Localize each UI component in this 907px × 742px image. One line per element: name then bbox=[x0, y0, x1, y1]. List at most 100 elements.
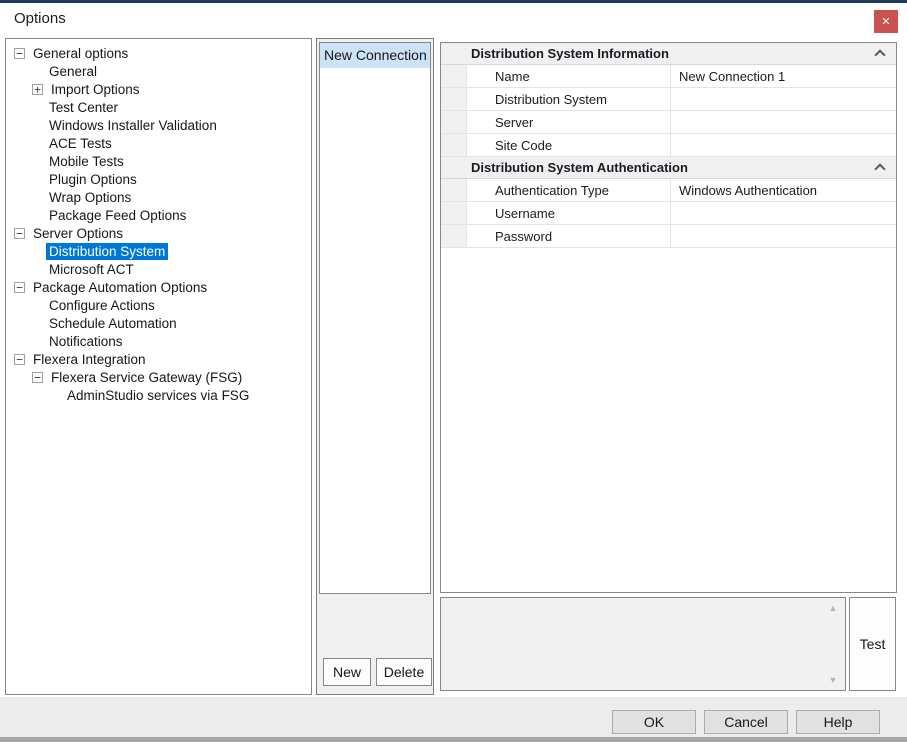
property-label: Site Code bbox=[467, 134, 671, 156]
connection-list-item[interactable]: New Connection 1 bbox=[320, 43, 430, 68]
tree-item-label: ACE Tests bbox=[46, 135, 115, 152]
tree-item-ace-tests[interactable]: ACE Tests bbox=[6, 134, 311, 152]
tree-item-general-options[interactable]: −General options bbox=[6, 44, 311, 62]
expander-minus-icon[interactable]: − bbox=[14, 282, 25, 293]
tree-item-configure-actions[interactable]: Configure Actions bbox=[6, 296, 311, 314]
scroll-up-icon[interactable] bbox=[826, 602, 840, 614]
scroll-down-icon[interactable] bbox=[826, 674, 840, 686]
row-gutter bbox=[441, 65, 467, 87]
tree-item-schedule-automation[interactable]: Schedule Automation bbox=[6, 314, 311, 332]
tree-item-import-options[interactable]: + Import Options bbox=[6, 80, 311, 98]
property-value-authentication-type[interactable]: Windows Authentication bbox=[671, 179, 896, 201]
property-label: Distribution System bbox=[467, 88, 671, 110]
window-title: Options bbox=[14, 10, 66, 27]
tree-item-general[interactable]: General bbox=[6, 62, 311, 80]
connection-panel: New Connection 1 New Delete bbox=[316, 38, 434, 695]
expander-plus-icon[interactable]: + bbox=[32, 84, 43, 95]
tree-item-plugin-options[interactable]: Plugin Options bbox=[6, 170, 311, 188]
close-icon[interactable] bbox=[874, 10, 898, 33]
tree-item-mobile-tests[interactable]: Mobile Tests bbox=[6, 152, 311, 170]
row-gutter bbox=[441, 179, 467, 201]
row-gutter bbox=[441, 202, 467, 224]
tree-item-label: Plugin Options bbox=[46, 171, 140, 188]
row-gutter bbox=[441, 111, 467, 133]
collapse-chevron-icon[interactable] bbox=[874, 49, 885, 60]
property-row-distribution-system: Distribution System bbox=[441, 88, 896, 111]
section-title: Distribution System Information bbox=[441, 46, 876, 61]
tree-item-label: Package Feed Options bbox=[46, 207, 189, 224]
property-row-authentication-type: Authentication TypeWindows Authenticatio… bbox=[441, 179, 896, 202]
tree-item-label: Notifications bbox=[46, 333, 126, 350]
expander-minus-icon[interactable]: − bbox=[14, 354, 25, 365]
tree-item-label: Schedule Automation bbox=[46, 315, 180, 332]
tree-item-label: Distribution System bbox=[46, 243, 168, 260]
tree-item-label: Wrap Options bbox=[46, 189, 134, 206]
expander-minus-icon[interactable]: − bbox=[14, 48, 25, 59]
tree-item-microsoft-act[interactable]: Microsoft ACT bbox=[6, 260, 311, 278]
test-button[interactable]: Test bbox=[849, 597, 896, 691]
tree-item-label: Flexera Service Gateway (FSG) bbox=[48, 369, 245, 386]
tree-item-windows-installer-validation[interactable]: Windows Installer Validation bbox=[6, 116, 311, 134]
tree-item-label: Test Center bbox=[46, 99, 121, 116]
options-dialog: Options −General optionsGeneral+Import O… bbox=[0, 0, 907, 742]
tree-item-label: General bbox=[46, 63, 100, 80]
property-label: Password bbox=[467, 225, 671, 247]
row-gutter bbox=[441, 88, 467, 110]
cancel-button[interactable]: Cancel bbox=[704, 710, 788, 734]
new-connection-button[interactable]: New bbox=[323, 658, 371, 686]
section-title: Distribution System Authentication bbox=[441, 160, 876, 175]
delete-connection-button[interactable]: Delete bbox=[376, 658, 432, 686]
property-row-username: Username bbox=[441, 202, 896, 225]
expander-minus-icon[interactable]: − bbox=[32, 372, 43, 383]
tree-item-flexera-service-gateway-fsg[interactable]: −Flexera Service Gateway (FSG) bbox=[6, 368, 311, 386]
options-tree: −General optionsGeneral+Import OptionsTe… bbox=[5, 38, 312, 695]
property-value-name[interactable]: New Connection 1 bbox=[671, 65, 896, 87]
section-header-distribution-system-authentication[interactable]: Distribution System Authentication bbox=[441, 157, 896, 179]
property-label: Username bbox=[467, 202, 671, 224]
property-label: Server bbox=[467, 111, 671, 133]
connection-list[interactable]: New Connection 1 bbox=[319, 42, 431, 594]
tree-item-adminstudio-services-via-fsg[interactable]: AdminStudio services via FSG bbox=[6, 386, 311, 404]
tree-item-wrap-options[interactable]: Wrap Options bbox=[6, 188, 311, 206]
property-value-distribution-system[interactable] bbox=[671, 88, 896, 110]
property-value-site-code[interactable] bbox=[671, 134, 896, 156]
property-label: Authentication Type bbox=[467, 179, 671, 201]
tree-item-label: Microsoft ACT bbox=[46, 261, 137, 278]
property-label: Name bbox=[467, 65, 671, 87]
tree-item-label: AdminStudio services via FSG bbox=[64, 387, 252, 404]
tree-item-server-options[interactable]: −Server Options bbox=[6, 224, 311, 242]
property-row-name: NameNew Connection 1 bbox=[441, 65, 896, 88]
section-header-distribution-system-information[interactable]: Distribution System Information bbox=[441, 43, 896, 65]
help-button[interactable]: Help bbox=[796, 710, 880, 734]
property-value-server[interactable] bbox=[671, 111, 896, 133]
ok-button[interactable]: OK bbox=[612, 710, 696, 734]
collapse-chevron-icon[interactable] bbox=[874, 163, 885, 174]
property-row-password: Password bbox=[441, 225, 896, 248]
title-bar[interactable]: Options bbox=[0, 3, 907, 38]
tree-item-notifications[interactable]: Notifications bbox=[6, 332, 311, 350]
property-value-username[interactable] bbox=[671, 202, 896, 224]
tree-item-flexera-integration[interactable]: −Flexera Integration bbox=[6, 350, 311, 368]
tree-item-label: Configure Actions bbox=[46, 297, 158, 314]
tree-item-label: General options bbox=[30, 45, 131, 62]
tree-item-test-center[interactable]: Test Center bbox=[6, 98, 311, 116]
expander-minus-icon[interactable]: − bbox=[14, 228, 25, 239]
test-result-box[interactable] bbox=[440, 597, 846, 691]
window-bottom-border bbox=[0, 737, 907, 742]
tree-item-package-feed-options[interactable]: Package Feed Options bbox=[6, 206, 311, 224]
property-row-site-code: Site Code bbox=[441, 134, 896, 157]
property-value-password[interactable] bbox=[671, 225, 896, 247]
tree-item-label: Server Options bbox=[30, 225, 126, 242]
tree-item-label: Mobile Tests bbox=[46, 153, 127, 170]
tree-item-distribution-system[interactable]: Distribution System bbox=[6, 242, 311, 260]
tree-item-label: Windows Installer Validation bbox=[46, 117, 220, 134]
tree-item-package-automation-options[interactable]: −Package Automation Options bbox=[6, 278, 311, 296]
row-gutter bbox=[441, 225, 467, 247]
row-gutter bbox=[441, 134, 467, 156]
property-row-server: Server bbox=[441, 111, 896, 134]
tree-item-label: Flexera Integration bbox=[30, 351, 149, 368]
tree-item-label: Import Options bbox=[48, 81, 143, 98]
tree-item-label: Package Automation Options bbox=[30, 279, 210, 296]
footer-bar: OK Cancel Help bbox=[0, 697, 907, 737]
property-grid: Distribution System Information NameNew C… bbox=[440, 42, 897, 593]
